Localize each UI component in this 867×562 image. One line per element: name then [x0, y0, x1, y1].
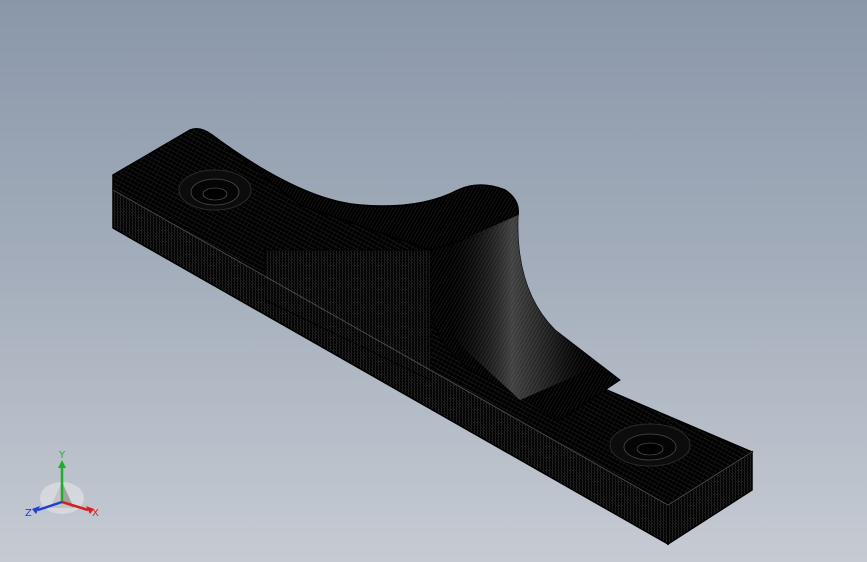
coordinate-axis-triad-icon: Y X Z [25, 450, 99, 519]
y-axis-label: Y [58, 450, 66, 461]
z-axis-label: Z [25, 508, 32, 519]
left-counterbore-hole [178, 169, 252, 211]
x-axis-label: X [92, 508, 99, 519]
graphics-viewport[interactable]: Y X Z [0, 0, 867, 562]
meshed-part-model[interactable] [0, 0, 867, 562]
right-counterbore-hole [609, 423, 691, 467]
